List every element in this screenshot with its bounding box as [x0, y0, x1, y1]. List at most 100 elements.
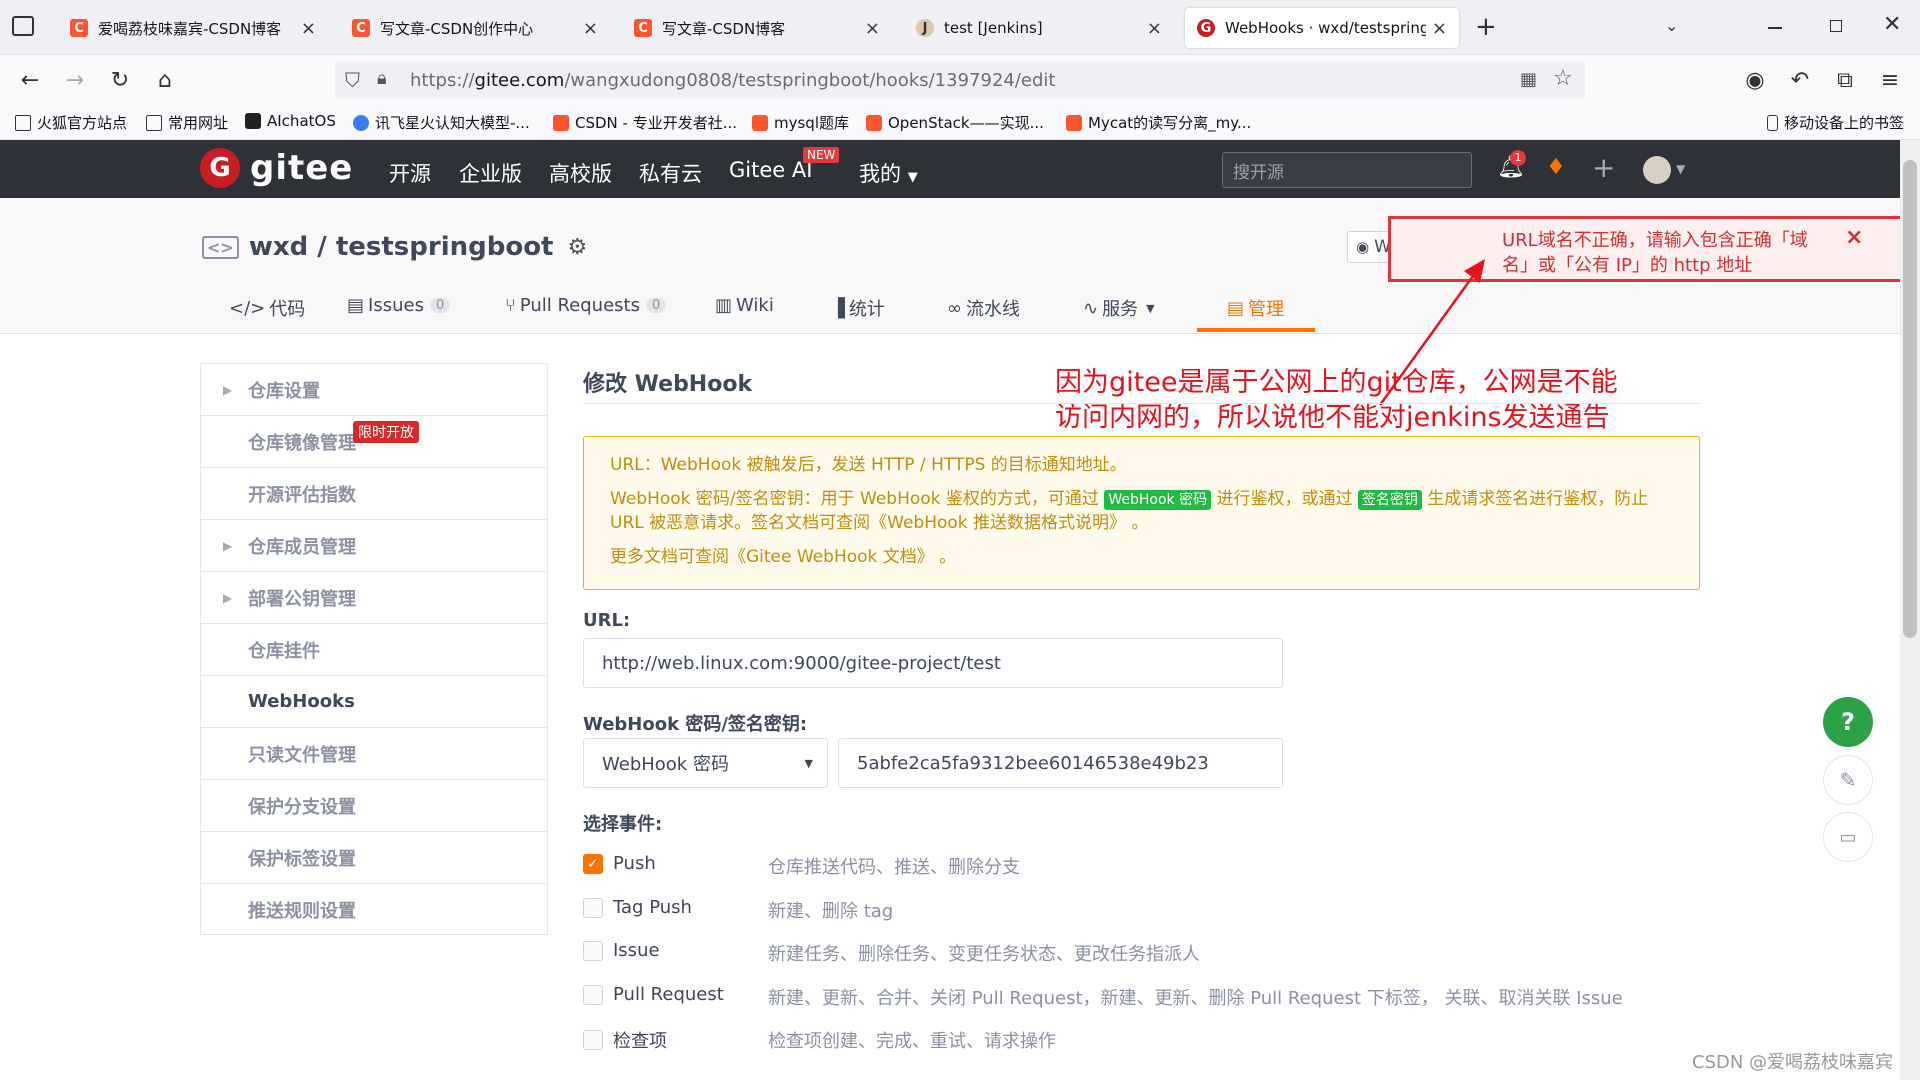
search-input[interactable]: 搜开源	[1222, 152, 1472, 188]
mobile-bookmarks[interactable]: 移动设备上的书签	[1767, 112, 1904, 133]
caret-down-icon[interactable]: ▼	[1676, 162, 1685, 176]
bookmark-item[interactable]: OpenStack——实现...	[866, 112, 1044, 133]
event-name: 检查项	[613, 1031, 667, 1052]
folder-icon	[146, 114, 162, 131]
repo-badge-icon[interactable]: ⚙	[568, 235, 588, 260]
code-icon: </>	[229, 297, 266, 319]
bookmark-item[interactable]: AIchatOS	[245, 112, 336, 130]
bookmark-star-icon[interactable]: ☆	[1553, 66, 1573, 91]
extensions-icon[interactable]: ⧉	[1830, 67, 1860, 93]
pull-request-icon: ⑂	[505, 295, 516, 316]
bookmark-item[interactable]: Mycat的读写分离_my...	[1066, 112, 1251, 133]
close-icon[interactable]: ×	[301, 18, 316, 39]
browser-tab[interactable]: C 写文章-CSDN创作中心 ×	[340, 8, 610, 48]
home-icon[interactable]: ⌂	[150, 67, 180, 93]
menu-icon[interactable]: ≡	[1875, 67, 1905, 93]
tab-issues[interactable]: ▤ Issues 0	[347, 295, 451, 316]
bookmark-item[interactable]: mysql题库	[752, 112, 849, 133]
help-button[interactable]: ?	[1823, 697, 1873, 747]
nav-opensource[interactable]: 开源	[389, 158, 431, 188]
new-tab-button[interactable]: +	[1475, 12, 1497, 42]
repo-title[interactable]: <> wxd / testspringboot ⚙	[202, 232, 587, 262]
bookmark-item[interactable]: 讯飞星火认知大模型-...	[353, 112, 530, 133]
tab-manage[interactable]: ▤ 管理	[1227, 295, 1284, 321]
tab-label: Issues	[368, 295, 424, 316]
sidebar-item-evaluation[interactable]: 开源评估指数	[201, 468, 547, 520]
bookmark-item[interactable]: CSDN - 专业开发者社...	[553, 112, 737, 133]
secret-type-select[interactable]: WebHook 密码 ▼	[583, 738, 828, 788]
back-icon[interactable]: ←	[15, 67, 45, 93]
sidebar-item-readonly-files[interactable]: 只读文件管理	[201, 728, 547, 780]
event-issue-checkbox[interactable]: Issue	[583, 940, 660, 961]
scrollbar-thumb[interactable]	[1903, 160, 1917, 638]
event-pull-request-checkbox[interactable]: Pull Request	[583, 984, 724, 1005]
nav-education[interactable]: 高校版	[549, 158, 612, 188]
event-name: Push	[613, 853, 656, 874]
lock-icon[interactable]: 🔒︎	[377, 68, 387, 89]
secret-field[interactable]: 5abfe2ca5fa9312bee60146538e49b23	[838, 738, 1283, 788]
sidebar-item-repo-settings[interactable]: ▶ 仓库设置	[201, 364, 547, 416]
tab-wiki[interactable]: ▥ Wiki	[715, 295, 774, 316]
issues-count: 0	[429, 298, 451, 313]
sidebar-item-protected-branches[interactable]: 保护分支设置	[201, 780, 547, 832]
close-icon[interactable]: ×	[1845, 225, 1863, 250]
tab-services[interactable]: ∿ 服务 ▼	[1083, 295, 1155, 321]
nav-mine[interactable]: 我的 ▼	[859, 158, 918, 188]
doc-link[interactable]: 《Gitee WebHook 文档》	[729, 547, 934, 567]
tab-pipeline[interactable]: ∞ 流水线	[947, 295, 1020, 321]
csdn-icon	[1066, 114, 1082, 131]
undo-icon[interactable]: ↶	[1785, 67, 1815, 93]
browser-tab-active[interactable]: G WebHooks · wxd/testspringb ×	[1185, 8, 1459, 48]
browser-tab[interactable]: Jtest [Jenkins] ×	[904, 8, 1174, 48]
sidebar-item-deploy-keys[interactable]: ▶ 部署公钥管理	[201, 572, 547, 624]
stats-icon: ▐	[831, 297, 845, 319]
plus-icon[interactable]: +	[1592, 151, 1615, 184]
event-check-checkbox[interactable]: 检查项	[583, 1027, 667, 1053]
bookmark-item[interactable]: 火狐官方站点	[15, 112, 127, 133]
avatar[interactable]	[1643, 156, 1671, 184]
doc-link[interactable]: 《WebHook 推送数据格式说明》	[870, 513, 1126, 533]
tab-code[interactable]: </> 代码	[229, 295, 305, 321]
caret-down-icon: ▼	[907, 170, 918, 185]
event-push-checkbox[interactable]: ✓ Push	[583, 853, 656, 874]
close-icon[interactable]: ×	[583, 18, 598, 39]
tab-list-icon[interactable]	[12, 16, 34, 36]
url-field[interactable]: http://web.linux.com:9000/gitee-project/…	[583, 638, 1283, 688]
forward-icon[interactable]: →	[60, 67, 90, 93]
close-icon[interactable]: ×	[1147, 18, 1162, 39]
close-icon[interactable]: ×	[865, 18, 880, 39]
tab-title: 写文章-CSDN博客	[662, 19, 786, 38]
services-icon: ∿	[1083, 297, 1099, 319]
bookmark-label: AIchatOS	[267, 112, 336, 130]
nav-enterprise[interactable]: 企业版	[459, 158, 522, 188]
edit-feedback-icon[interactable]: ✎	[1823, 755, 1873, 805]
account-icon[interactable]: ◉	[1740, 67, 1770, 93]
tab-overflow-icon[interactable]: ⌄	[1665, 16, 1678, 35]
close-icon[interactable]: ×	[1432, 18, 1447, 39]
reload-icon[interactable]: ↻	[105, 67, 135, 93]
nav-gitee-ai[interactable]: Gitee AI	[729, 158, 812, 182]
lightbulb-icon[interactable]: ♦	[1546, 155, 1566, 180]
minimize-icon[interactable]	[1768, 27, 1782, 29]
browser-tab[interactable]: C 写文章-CSDN博客 ×	[622, 8, 892, 48]
shield-icon[interactable]: ⛉	[345, 68, 360, 92]
window-close-icon[interactable]: ✕	[1883, 12, 1901, 37]
bookmark-item[interactable]: 常用网址	[146, 112, 228, 133]
event-tag-push-checkbox[interactable]: Tag Push	[583, 897, 692, 918]
browser-tab[interactable]: C 爱喝荔枝味嘉宾-CSDN博客 ×	[58, 8, 328, 48]
gitee-logo[interactable]: Ggitee	[200, 148, 353, 188]
gitee-wordmark: gitee	[250, 148, 354, 188]
tab-stats[interactable]: ▐ 统计	[831, 295, 885, 321]
sidebar-item-webhooks[interactable]: WebHooks	[201, 676, 547, 728]
sidebar-item-protected-tags[interactable]: 保护标签设置	[201, 832, 547, 884]
sidebar-item-members[interactable]: ▶ 仓库成员管理	[201, 520, 547, 572]
restore-icon[interactable]	[1830, 20, 1842, 32]
checkbox-icon	[583, 1030, 603, 1050]
qr-code-icon[interactable]: ▦	[1520, 69, 1537, 90]
sidebar-item-widgets[interactable]: 仓库挂件	[201, 624, 547, 676]
sidebar-item-push-rules[interactable]: 推送规则设置	[201, 884, 547, 936]
nav-private-cloud[interactable]: 私有云	[639, 158, 702, 188]
tab-pull-requests[interactable]: ⑂ Pull Requests 0	[505, 295, 667, 316]
url-bar[interactable]: ⛉ 🔒︎ https://gitee.com/wangxudong0808/te…	[335, 61, 1585, 99]
chat-icon[interactable]: ▭	[1823, 812, 1873, 862]
